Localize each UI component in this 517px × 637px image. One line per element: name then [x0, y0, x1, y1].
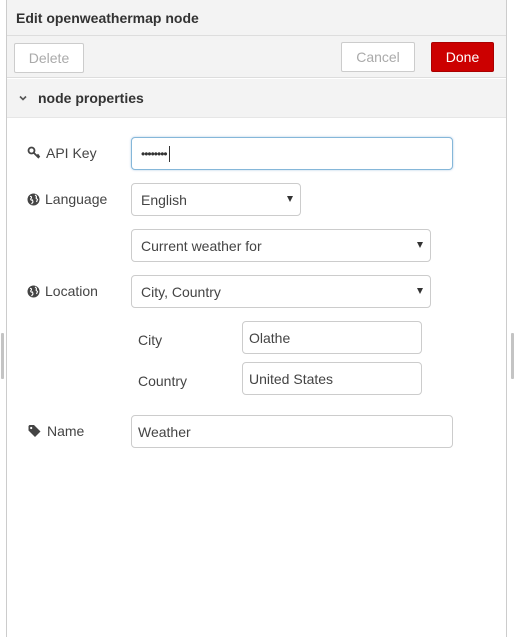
api-key-value: ••••••••: [141, 146, 168, 161]
key-icon: [27, 146, 41, 159]
done-button[interactable]: Done: [431, 42, 494, 72]
caret-down-icon: [417, 288, 423, 294]
edit-node-tray: Edit openweathermap node Delete Cancel D…: [6, 0, 507, 637]
text-cursor: [168, 145, 170, 162]
name-label: Name: [47, 423, 85, 439]
api-key-label-row: API Key: [27, 145, 97, 161]
chevron-down-icon: [19, 95, 27, 101]
city-label: City: [138, 332, 163, 348]
tag-icon: [28, 424, 41, 437]
country-value: United States: [249, 370, 334, 387]
location-select[interactable]: City, Country: [131, 275, 431, 308]
right-resize-grip[interactable]: [511, 333, 514, 379]
caret-down-icon: [417, 242, 423, 248]
language-selected: English: [141, 191, 187, 208]
delete-button[interactable]: Delete: [14, 43, 84, 73]
node-properties-section-header[interactable]: node properties: [7, 79, 506, 118]
cancel-button[interactable]: Cancel: [341, 42, 415, 72]
tray-title: Edit openweathermap node: [16, 10, 199, 26]
country-label: Country: [138, 373, 188, 389]
location-selected: City, Country: [141, 283, 221, 300]
tray-toolbar: Delete Cancel Done: [7, 36, 506, 78]
location-label-row: Location: [27, 283, 98, 299]
location-label: Location: [45, 283, 98, 299]
weather-mode-select[interactable]: Current weather for: [131, 229, 431, 262]
name-label-row: Name: [28, 423, 84, 439]
language-label: Language: [45, 191, 108, 207]
api-key-input[interactable]: ••••••••: [131, 137, 453, 170]
globe-icon: [27, 285, 40, 297]
language-select[interactable]: English: [131, 183, 301, 216]
name-value: Weather: [138, 423, 191, 440]
left-resize-grip[interactable]: [1, 333, 4, 379]
weather-mode-selected: Current weather for: [141, 237, 262, 254]
language-label-row: Language: [27, 191, 107, 207]
country-input[interactable]: United States: [242, 362, 422, 395]
caret-down-icon: [287, 196, 293, 202]
globe-icon: [27, 193, 40, 205]
name-input[interactable]: Weather: [131, 415, 453, 448]
api-key-label: API Key: [46, 145, 97, 161]
city-input[interactable]: Olathe: [242, 321, 422, 354]
section-title: node properties: [38, 90, 144, 106]
tray-header: Edit openweathermap node: [7, 0, 506, 36]
city-value: Olathe: [249, 329, 291, 346]
